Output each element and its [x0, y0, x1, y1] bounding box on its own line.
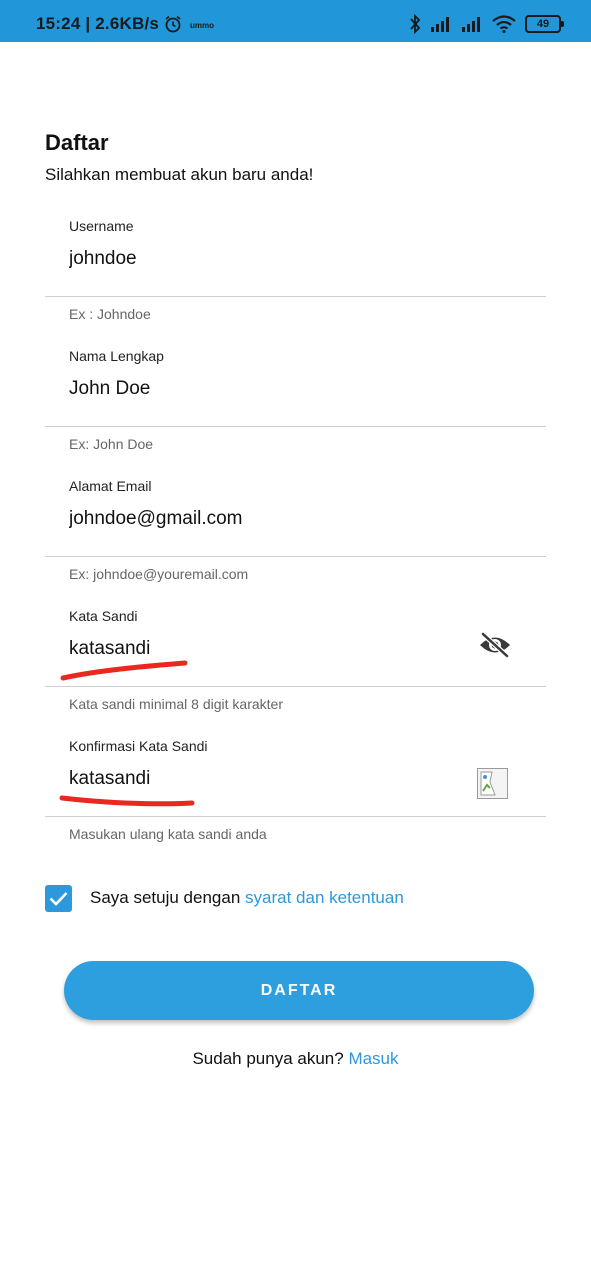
confirm-password-label: Konfirmasi Kata Sandi [69, 738, 208, 754]
register-button[interactable]: DAFTAR [64, 961, 534, 1020]
password-field: Kata Sandi Kata sandi minimal 8 digit ka… [45, 600, 546, 712]
signal-icon [462, 17, 480, 32]
fullname-input[interactable] [69, 374, 449, 404]
confirm-password-input-container[interactable]: Konfirmasi Kata Sandi [45, 730, 546, 817]
terms-link[interactable]: syarat dan ketentuan [245, 888, 404, 907]
email-helper-text: Ex: johndoe@youremail.com [69, 566, 249, 582]
fullname-field: Nama Lengkap Ex: John Doe [45, 340, 546, 452]
bluetooth-icon [410, 14, 421, 34]
fullname-input-container[interactable]: Nama Lengkap [45, 340, 546, 427]
confirm-password-helper-text: Masukan ulang kata sandi anda [69, 826, 267, 842]
email-input[interactable] [69, 504, 449, 534]
alarm-icon [165, 15, 181, 33]
username-helper-text: Ex : Johndoe [69, 306, 151, 322]
email-label: Alamat Email [69, 478, 152, 494]
page-title: Daftar [45, 130, 109, 155]
confirm-password-input[interactable] [69, 764, 449, 794]
password-label: Kata Sandi [69, 608, 138, 624]
login-prompt: Sudah punya akun? Masuk [0, 1049, 591, 1069]
terms-text: Saya setuju dengan [90, 888, 246, 907]
status-icons: 49 [409, 14, 564, 34]
username-label: Username [69, 218, 134, 234]
username-field: Username Ex : Johndoe [45, 210, 546, 322]
wifi-icon [492, 15, 516, 33]
terms-label: Saya setuju dengan syarat dan ketentuan [90, 888, 404, 908]
battery-level: 49 [536, 18, 550, 30]
status-time-speed: 15:24 | 2.6KB/s [36, 14, 160, 33]
fullname-label: Nama Lengkap [69, 348, 164, 364]
password-helper-text: Kata sandi minimal 8 digit karakter [69, 696, 283, 712]
red-annotation-underline [60, 660, 188, 681]
status-app-label: ummo [190, 21, 214, 30]
login-prompt-text: Sudah punya akun? [192, 1049, 349, 1068]
email-field: Alamat Email Ex: johndoe@youremail.com [45, 470, 546, 582]
terms-row: Saya setuju dengan syarat dan ketentuan [45, 884, 404, 912]
eye-off-icon[interactable] [478, 631, 512, 659]
checkmark-icon [49, 891, 68, 906]
username-input-container[interactable]: Username [45, 210, 546, 297]
status-bar: 15:24 | 2.6KB/s ummo 49 [0, 0, 591, 42]
broken-image-icon[interactable] [477, 768, 508, 799]
fullname-helper-text: Ex: John Doe [69, 436, 154, 452]
login-link[interactable]: Masuk [348, 1049, 398, 1068]
username-input[interactable] [69, 244, 449, 274]
password-input-container[interactable]: Kata Sandi [45, 600, 546, 687]
red-annotation-underline [59, 795, 195, 807]
page-subtitle: Silahkan membuat akun baru anda! [45, 165, 314, 184]
confirm-password-field: Konfirmasi Kata Sandi Masukan ulang kata… [45, 730, 546, 842]
signal-icon [431, 17, 449, 32]
battery-icon: 49 [525, 15, 564, 33]
email-input-container[interactable]: Alamat Email [45, 470, 546, 557]
terms-checkbox[interactable] [45, 884, 72, 912]
